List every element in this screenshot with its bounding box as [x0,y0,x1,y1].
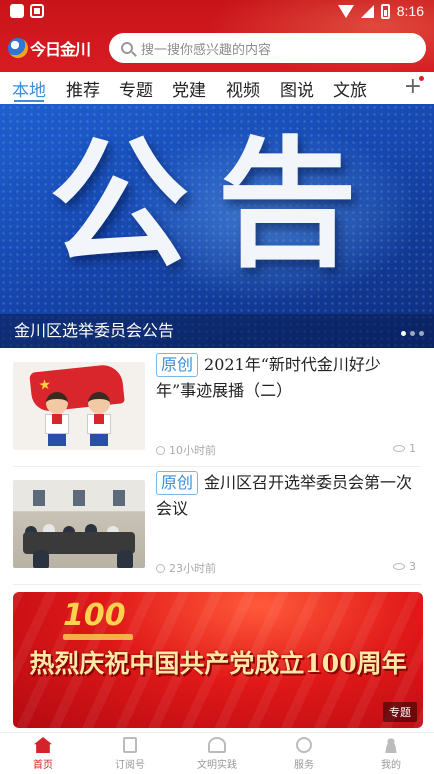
nav-label: 文明实践 [197,760,237,771]
clock-icon [156,563,165,573]
home-icon [34,737,52,753]
battery-icon [380,3,390,19]
banner-pagination [401,331,424,336]
news-views-count: 3 [409,560,416,573]
news-views: 1 [393,442,416,455]
bottom-nav: 首页 订阅号 文明实践 服务 我的 [0,732,434,774]
pagination-dot[interactable] [410,331,415,336]
promo-banner[interactable]: 100 热烈庆祝中国共产党成立100周年 专题 [13,592,423,728]
nav-label: 我的 [381,760,401,771]
channel-tabs: 本地 推荐 专题 党建 视频 图说 文旅 + [0,72,434,104]
banner-headline: 公告 [48,124,385,287]
news-views-count: 1 [409,442,416,455]
child-figure [83,392,115,448]
status-time: 8:16 [396,3,424,19]
topic-tag: 专题 [383,702,417,722]
subscription-icon [123,737,137,753]
news-title: 原创 金川区召开选举委员会第一次会议 [156,470,418,522]
nav-label: 首页 [33,760,53,771]
news-time: 23小时前 [156,560,216,576]
news-views: 3 [393,560,416,573]
new-badge-dot [419,76,424,81]
pagination-dot[interactable] [419,331,424,336]
centenary-emblem: 100 [57,598,133,640]
news-item[interactable]: ★ 原创 2021年“新时代金川好少年”事迹展播（二） 10小时前 1 [0,350,434,468]
divider [13,584,421,585]
child-figure [41,392,73,448]
nav-subscriptions[interactable]: 订阅号 [95,737,165,771]
original-tag: 原创 [156,353,199,377]
tab-topics[interactable]: 专题 [119,76,153,101]
app-header: 8:16 今日金川 搜一搜你感兴趣的内容 [0,0,434,72]
nav-home[interactable]: 首页 [8,737,78,771]
eye-icon [393,445,405,452]
status-bar: 8:16 [0,0,434,24]
nav-label: 服务 [294,760,314,771]
nav-label: 订阅号 [115,760,145,771]
promo-headline: 热烈庆祝中国共产党成立100周年 [29,649,407,678]
wifi-icon [337,4,354,18]
active-tab-indicator [14,100,44,102]
search-placeholder: 搜一搜你感兴趣的内容 [141,42,272,58]
profile-icon [384,737,398,753]
news-time: 10小时前 [156,442,216,458]
tab-party-building[interactable]: 党建 [172,76,206,101]
divider [13,466,421,467]
logo-mark-icon [8,38,28,58]
banner-caption: 金川区选举委员会公告 [14,321,175,340]
news-time-text: 10小时前 [169,444,216,457]
services-icon [296,737,312,753]
app-notification-icon [30,4,44,18]
news-thumbnail: ★ [13,362,145,450]
news-thumbnail [13,480,145,568]
nav-civilization-practice[interactable]: 文明实践 [182,737,252,771]
news-title: 原创 2021年“新时代金川好少年”事迹展播（二） [156,352,418,404]
pagination-dot[interactable] [401,331,406,336]
tab-video[interactable]: 视频 [226,76,260,101]
nav-profile[interactable]: 我的 [356,737,426,771]
eye-icon [393,563,405,570]
logo-text: 今日金川 [30,40,91,59]
hero-banner[interactable]: 公告 金川区选举委员会公告 [0,104,434,348]
practice-icon [208,737,226,753]
tab-local[interactable]: 本地 [12,76,46,101]
clock-icon [156,445,165,455]
tab-recommend[interactable]: 推荐 [66,76,100,101]
emblem-number: 100 [63,598,126,633]
tab-photo-story[interactable]: 图说 [280,76,314,101]
signal-icon [360,4,374,18]
search-icon [121,42,133,54]
tab-culture-tourism[interactable]: 文旅 [333,76,367,101]
original-tag: 原创 [156,471,199,495]
news-item[interactable]: 原创 金川区召开选举委员会第一次会议 23小时前 3 [0,468,434,586]
notification-icon [10,4,24,18]
app-logo[interactable]: 今日金川 [8,36,91,60]
search-bar[interactable]: 搜一搜你感兴趣的内容 [109,33,426,63]
news-time-text: 23小时前 [169,562,216,575]
nav-services[interactable]: 服务 [269,737,339,771]
